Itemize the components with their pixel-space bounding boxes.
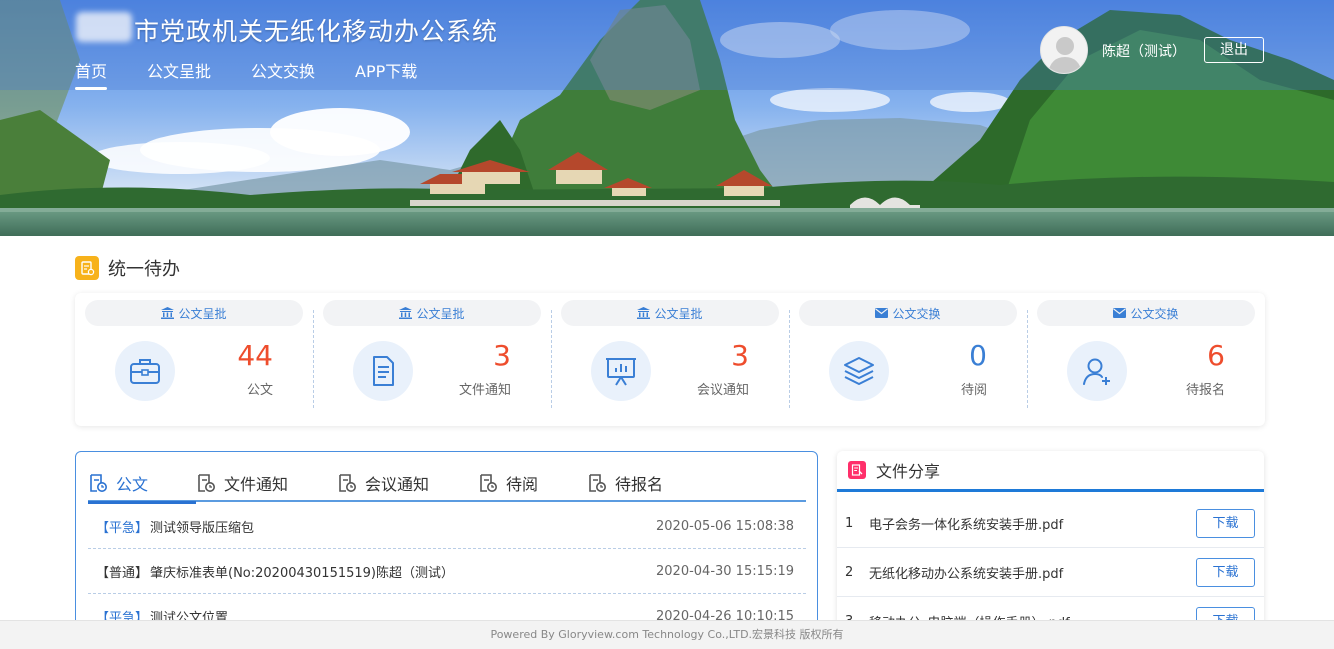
document-title[interactable]: 肇庆标准表单(No:20200430151519)陈超（测试） [148, 562, 656, 581]
header-banner: 市党政机关无纸化移动办公系统 首页 公文呈批 公文交换 APP下载 陈超（测试）… [0, 0, 1334, 236]
file-list: 1 电子会务一体化系统安装手册.pdf 下载 2 无纸化移动办公系统安装手册.p… [837, 499, 1264, 631]
todo-section-header: 统一待办 [75, 255, 180, 281]
stat-card-to-read[interactable]: 公文交换 0 待阅 [789, 293, 1027, 426]
document-clock-icon [480, 474, 497, 492]
tab-documents[interactable]: 公文 [88, 466, 196, 504]
stat-category-label: 公文呈批 [654, 306, 703, 321]
user-add-icon [1083, 358, 1110, 385]
stat-label: 会议通知 [696, 383, 749, 398]
document-date: 2020-04-30 15:15:19 [656, 563, 795, 579]
file-share-panel: 文件分享 1 电子会务一体化系统安装手册.pdf 下载 2 无纸化移动办公系统安… [837, 451, 1264, 631]
file-share-icon [848, 461, 866, 479]
tab-label: 公文 [116, 475, 149, 494]
stat-category-label: 公文呈批 [416, 306, 465, 321]
nav-app-download[interactable]: APP下载 [355, 58, 417, 88]
stat-category-pill[interactable]: 公文交换 [799, 300, 1017, 326]
nav-document-approval[interactable]: 公文呈批 [147, 58, 211, 88]
tab-label: 待报名 [615, 475, 664, 494]
stat-label: 待阅 [960, 383, 987, 398]
footer-copyright: Powered By Gloryview.com Technology Co.,… [490, 628, 844, 641]
document-icon [373, 356, 394, 386]
stat-card-documents[interactable]: 公文呈批 44 公文 [75, 293, 313, 426]
todo-stats-card: 公文呈批 44 公文 公文呈批 3 文件通知 公文呈批 3 会议通知 公文交换 … [75, 293, 1265, 426]
stat-count: 3 [731, 339, 749, 372]
file-index: 2 [845, 564, 854, 580]
stat-label: 待报名 [1185, 383, 1225, 398]
stat-icon-circle [1067, 341, 1127, 401]
tab-meeting-notice[interactable]: 会议通知 [337, 466, 478, 500]
urgency-tag: 【普通】 [96, 565, 149, 581]
stat-card-file-notice[interactable]: 公文呈批 3 文件通知 [313, 293, 551, 426]
layers-icon [844, 357, 874, 385]
file-share-title: 文件分享 [876, 462, 941, 481]
urgency-tag: 【平急】 [96, 520, 149, 536]
main-nav: 首页 公文呈批 公文交换 APP下载 [75, 58, 457, 90]
footer: Powered By Gloryview.com Technology Co.,… [0, 620, 1334, 649]
todo-section-title: 统一待办 [108, 259, 180, 280]
stat-icon-circle [115, 341, 175, 401]
bank-icon [637, 307, 651, 319]
document-date: 2020-05-06 15:08:38 [656, 518, 795, 534]
site-title: 市党政机关无纸化移动办公系统 [134, 17, 499, 46]
stat-count: 44 [237, 339, 273, 372]
document-tabs: 公文 文件通知 会议通知 待阅 待报名 [88, 466, 806, 504]
stat-card-to-register[interactable]: 公文交换 6 待报名 [1027, 293, 1265, 426]
envelope-icon [1113, 308, 1127, 318]
stat-icon-circle [829, 341, 889, 401]
document-clock-icon [339, 474, 356, 492]
stat-category-pill[interactable]: 公文呈批 [561, 300, 779, 326]
stat-category-pill[interactable]: 公文交换 [1037, 300, 1255, 326]
envelope-icon [875, 308, 889, 318]
bank-icon [399, 307, 413, 319]
table-row[interactable]: 【普通】 肇庆标准表单(No:20200430151519)陈超（测试） 202… [88, 549, 806, 594]
document-clock-icon [90, 474, 107, 492]
logout-button[interactable]: 退出 [1204, 37, 1264, 63]
stat-category-label: 公文交换 [892, 306, 941, 321]
user-avatar-icon [1048, 37, 1082, 73]
user-name: 陈超（测试） [1102, 44, 1186, 60]
document-rows: 【平急】 测试领导版压缩包 2020-05-06 15:08:38 【普通】 肇… [88, 504, 806, 630]
bank-icon [161, 307, 175, 319]
file-share-header: 文件分享 [837, 451, 1264, 492]
page: 市党政机关无纸化移动办公系统 首页 公文呈批 公文交换 APP下载 陈超（测试）… [0, 0, 1334, 649]
stat-card-meeting-notice[interactable]: 公文呈批 3 会议通知 [551, 293, 789, 426]
table-row[interactable]: 【平急】 测试领导版压缩包 2020-05-06 15:08:38 [88, 504, 806, 549]
tab-label: 会议通知 [365, 475, 430, 494]
stat-category-label: 公文交换 [1130, 306, 1179, 321]
tab-to-register[interactable]: 待报名 [587, 466, 707, 500]
list-item: 1 电子会务一体化系统安装手册.pdf 下载 [837, 499, 1264, 548]
presentation-icon [606, 358, 636, 386]
avatar[interactable] [1040, 26, 1088, 74]
stat-icon-circle [353, 341, 413, 401]
stat-label: 公文 [246, 383, 273, 398]
stat-label: 文件通知 [458, 383, 511, 398]
tab-to-read[interactable]: 待阅 [478, 466, 587, 500]
nav-document-exchange[interactable]: 公文交换 [251, 58, 315, 88]
stat-category-label: 公文呈批 [178, 306, 227, 321]
stat-category-pill[interactable]: 公文呈批 [323, 300, 541, 326]
document-clock-icon [589, 474, 606, 492]
list-item: 2 无纸化移动办公系统安装手册.pdf 下载 [837, 548, 1264, 597]
download-button[interactable]: 下载 [1196, 557, 1255, 587]
stat-count: 6 [1207, 339, 1225, 372]
document-title[interactable]: 测试领导版压缩包 [148, 517, 656, 536]
briefcase-icon [130, 359, 160, 384]
todo-list-icon [75, 256, 99, 280]
file-name[interactable]: 无纸化移动办公系统安装手册.pdf [869, 563, 1196, 582]
stat-category-pill[interactable]: 公文呈批 [85, 300, 303, 326]
stat-icon-circle [591, 341, 651, 401]
file-name[interactable]: 电子会务一体化系统安装手册.pdf [869, 514, 1196, 533]
file-index: 1 [845, 515, 854, 531]
tab-label: 文件通知 [224, 475, 289, 494]
stat-count: 0 [969, 339, 987, 372]
stat-count: 3 [493, 339, 511, 372]
tab-label: 待阅 [506, 475, 539, 494]
nav-home[interactable]: 首页 [75, 58, 108, 90]
document-clock-icon [198, 474, 215, 492]
document-list-panel: 公文 文件通知 会议通知 待阅 待报名 【平急】 测试领导版压缩包 2020-0… [75, 451, 818, 631]
download-button[interactable]: 下载 [1196, 508, 1255, 538]
tab-file-notice[interactable]: 文件通知 [196, 466, 337, 500]
city-name-blurred [76, 12, 132, 42]
